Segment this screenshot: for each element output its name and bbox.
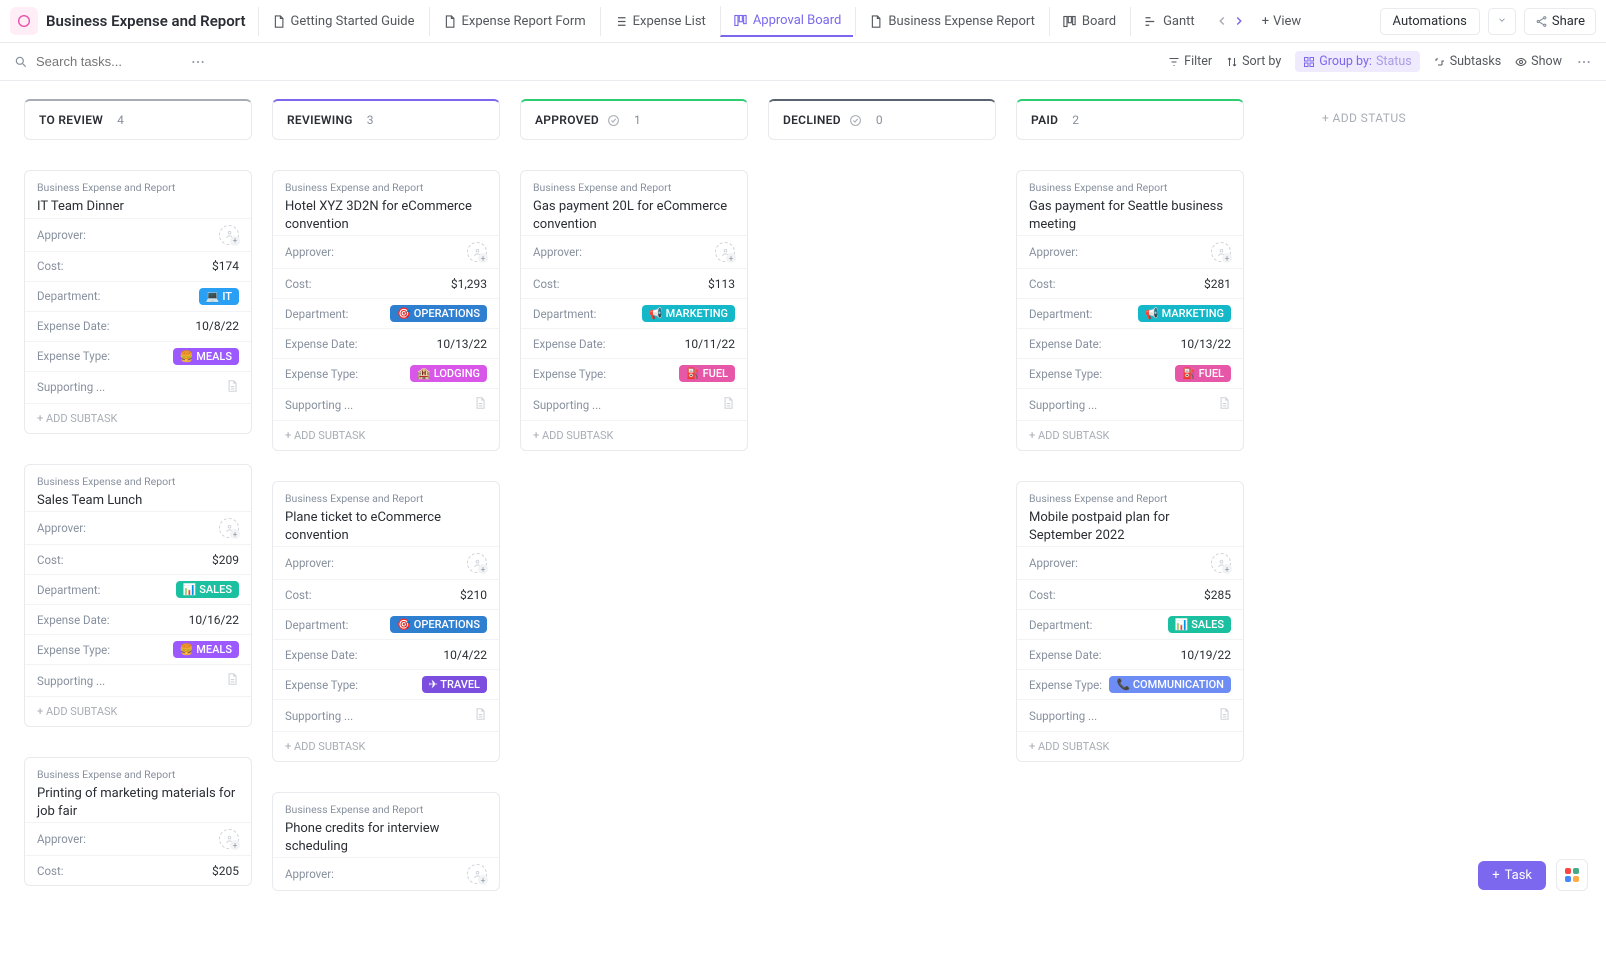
sort-button[interactable]: Sort by [1226, 54, 1281, 69]
approver-avatar[interactable] [219, 225, 239, 245]
column-header[interactable]: DECLINED0 [768, 99, 996, 140]
attachment-icon[interactable] [1217, 395, 1231, 414]
attachment-icon[interactable] [473, 706, 487, 725]
more-icon[interactable] [190, 54, 206, 70]
tab-pager[interactable] [1209, 14, 1252, 28]
search-input[interactable] [36, 54, 176, 69]
approver-avatar[interactable] [1211, 242, 1231, 262]
add-subtask-button[interactable]: + ADD SUBTASK [1017, 420, 1243, 450]
card-breadcrumb: Business Expense and Report [37, 475, 239, 488]
task-card[interactable]: Business Expense and Report IT Team Dinne… [24, 170, 252, 434]
task-card[interactable]: Business Expense and Report Hotel XYZ 3D2… [272, 170, 500, 451]
column-approved: APPROVED1 Business Expense and Report Gas … [520, 99, 748, 451]
card-title: Gas payment 20L for eCommerce convention [533, 198, 735, 233]
card-breadcrumb: Business Expense and Report [285, 181, 487, 194]
show-button[interactable]: Show [1515, 54, 1562, 69]
card-title: Printing of marketing materials for job … [37, 785, 239, 820]
automations-dropdown[interactable] [1488, 8, 1516, 35]
toolbar-more-icon[interactable] [1576, 54, 1592, 70]
card-title: Sales Team Lunch [37, 492, 239, 510]
attachment-icon[interactable] [1217, 706, 1231, 725]
add-subtask-button[interactable]: + ADD SUBTASK [1017, 731, 1243, 761]
workspace-logo [10, 7, 38, 35]
tab-board[interactable]: Board [1049, 7, 1128, 36]
attachment-icon[interactable] [473, 395, 487, 414]
page-title: Business Expense and Report [40, 12, 256, 30]
add-subtask-button[interactable]: + ADD SUBTASK [273, 420, 499, 450]
approver-avatar[interactable] [219, 829, 239, 849]
column-reviewing: REVIEWING3 Business Expense and Report Hot… [272, 99, 500, 891]
add-view-button[interactable]: +View [1254, 9, 1310, 34]
card-breadcrumb: Business Expense and Report [37, 181, 239, 194]
card-breadcrumb: Business Expense and Report [533, 181, 735, 194]
fab-container: +Task [1478, 859, 1588, 891]
card-title: Hotel XYZ 3D2N for eCommerce convention [285, 198, 487, 233]
approver-avatar[interactable] [467, 864, 487, 884]
attachment-icon[interactable] [225, 378, 239, 397]
filter-button[interactable]: Filter [1168, 54, 1212, 69]
tab-gantt[interactable]: Gantt [1130, 7, 1207, 36]
share-button[interactable]: Share [1524, 8, 1596, 35]
card-title: Gas payment for Seattle business meeting [1029, 198, 1231, 233]
tab-business-expense-report[interactable]: Business Expense Report [855, 7, 1047, 36]
card-title: Plane ticket to eCommerce convention [285, 509, 487, 544]
task-card[interactable]: Business Expense and Report Gas payment f… [1016, 170, 1244, 451]
column-paid: PAID2 Business Expense and Report Gas paym… [1016, 99, 1244, 762]
subtasks-button[interactable]: Subtasks [1434, 54, 1501, 69]
add-status-button[interactable]: + ADD STATUS [1264, 99, 1464, 137]
column-to-review: TO REVIEW4 Business Expense and Report IT … [24, 99, 252, 886]
add-subtask-button[interactable]: + ADD SUBTASK [273, 731, 499, 761]
task-card[interactable]: Business Expense and Report Plane ticket … [272, 481, 500, 762]
tab-expense-report-form[interactable]: Expense Report Form [429, 7, 598, 36]
column-declined: DECLINED0 [768, 99, 996, 140]
task-card[interactable]: Business Expense and Report Gas payment 2… [520, 170, 748, 451]
tab-getting-started-guide[interactable]: Getting Started Guide [258, 7, 427, 36]
new-task-button[interactable]: +Task [1478, 861, 1546, 890]
tab-approval-board[interactable]: Approval Board [720, 6, 854, 37]
card-breadcrumb: Business Expense and Report [1029, 181, 1231, 194]
card-breadcrumb: Business Expense and Report [285, 492, 487, 505]
apps-button[interactable] [1556, 859, 1588, 891]
column-header[interactable]: PAID2 [1016, 99, 1244, 140]
card-title: Mobile postpaid plan for September 2022 [1029, 509, 1231, 544]
add-subtask-button[interactable]: + ADD SUBTASK [521, 420, 747, 450]
card-title: Phone credits for interview scheduling [285, 820, 487, 855]
task-card[interactable]: Business Expense and Report Phone credits… [272, 792, 500, 891]
attachment-icon[interactable] [225, 671, 239, 690]
card-title: IT Team Dinner [37, 198, 239, 216]
search-box[interactable] [14, 54, 176, 69]
approver-avatar[interactable] [219, 518, 239, 538]
column-header[interactable]: REVIEWING3 [272, 99, 500, 140]
approver-avatar[interactable] [467, 553, 487, 573]
task-card[interactable]: Business Expense and Report Printing of m… [24, 757, 252, 886]
column-header[interactable]: APPROVED1 [520, 99, 748, 140]
group-by-button[interactable]: Group by: Status [1295, 51, 1419, 72]
board-toolbar: Filter Sort by Group by: Status Subtasks… [0, 43, 1606, 81]
card-breadcrumb: Business Expense and Report [285, 803, 487, 816]
task-card[interactable]: Business Expense and Report Mobile postpa… [1016, 481, 1244, 762]
top-header: Business Expense and Report Getting Star… [0, 0, 1606, 43]
approver-avatar[interactable] [715, 242, 735, 262]
approver-avatar[interactable] [467, 242, 487, 262]
add-subtask-button[interactable]: + ADD SUBTASK [25, 403, 251, 433]
add-subtask-button[interactable]: + ADD SUBTASK [25, 696, 251, 726]
column-header[interactable]: TO REVIEW4 [24, 99, 252, 140]
tab-expense-list[interactable]: Expense List [600, 7, 718, 36]
approver-avatar[interactable] [1211, 553, 1231, 573]
automations-button[interactable]: Automations [1380, 8, 1480, 35]
card-breadcrumb: Business Expense and Report [1029, 492, 1231, 505]
kanban-board: TO REVIEW4 Business Expense and Report IT … [0, 81, 1606, 971]
task-card[interactable]: Business Expense and Report Sales Team Lu… [24, 464, 252, 728]
card-breadcrumb: Business Expense and Report [37, 768, 239, 781]
attachment-icon[interactable] [721, 395, 735, 414]
